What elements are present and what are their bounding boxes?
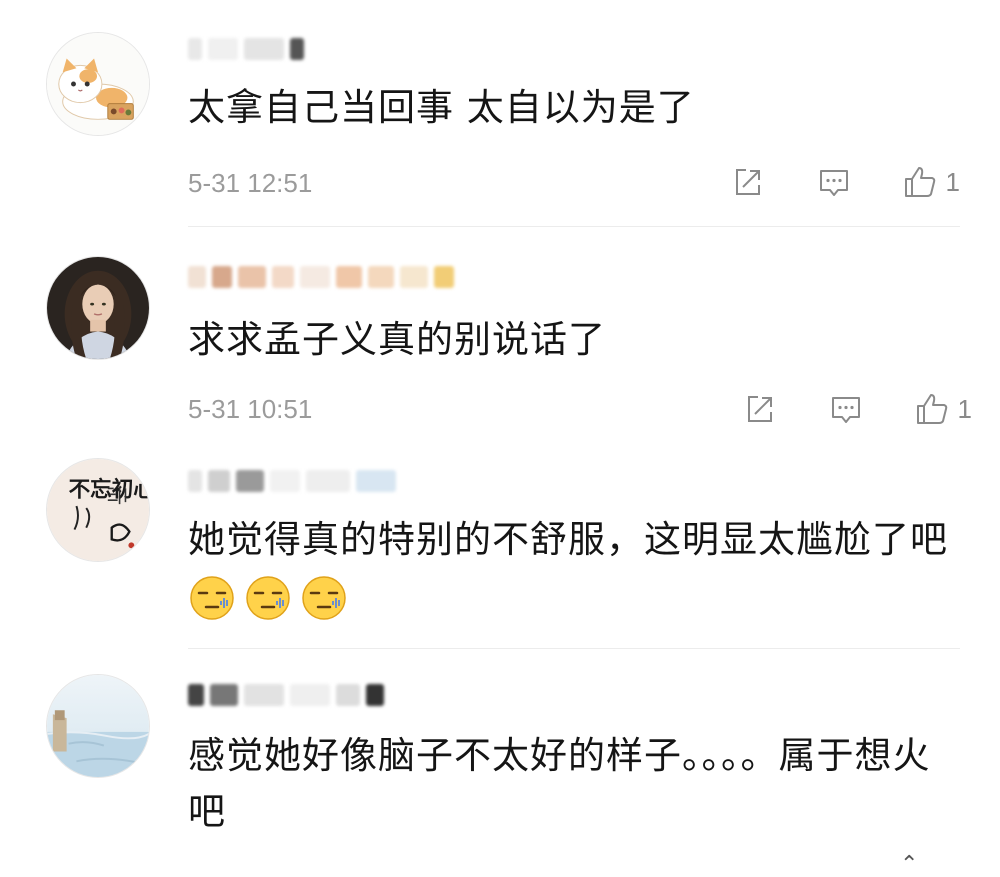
like-button[interactable]: 1: [902, 164, 960, 200]
comment-text: 太拿自己当回事 太自以为是了: [188, 86, 695, 129]
awkward-face-icon: [302, 576, 346, 620]
comment-text: 求求孟子义真的别说话了: [188, 318, 606, 361]
comment-actions: 1: [730, 164, 960, 200]
reply-button[interactable]: [816, 164, 852, 200]
comment-icon: [819, 170, 848, 196]
svg-text:不忘初心: 不忘初心: [69, 476, 149, 502]
awkward-face-icon: [190, 576, 234, 620]
share-icon: [735, 169, 760, 195]
username-obscured[interactable]: [188, 34, 304, 64]
avatar[interactable]: [46, 32, 150, 136]
share-button[interactable]: [742, 391, 778, 427]
like-count: 1: [957, 393, 972, 424]
avatar[interactable]: [46, 256, 150, 360]
comment-text: 感觉她好像脑子不太好的样子。。。。属于想火吧: [188, 734, 931, 833]
comment-text: 她觉得真的特别的不舒服，这明显太尴尬了吧: [188, 518, 948, 561]
username-obscured[interactable]: [188, 680, 384, 710]
comment-timestamp: 5-31 10:51: [188, 394, 313, 424]
awkward-face-icon: [246, 576, 290, 620]
reply-button[interactable]: [828, 391, 864, 427]
like-count: 1: [945, 166, 960, 197]
comment-timestamp: 5-31 12:51: [188, 168, 313, 198]
girl-photo-avatar-image: [47, 257, 149, 359]
divider: [188, 648, 960, 649]
calligraphy-avatar-image: 不忘初心: [47, 459, 149, 561]
comment-icon: [831, 397, 860, 423]
avatar[interactable]: 不忘初心: [46, 458, 150, 562]
comment-actions: 1: [742, 391, 972, 427]
share-button[interactable]: [730, 164, 766, 200]
avatar[interactable]: [46, 674, 150, 778]
thumbs-up-icon: [916, 394, 947, 424]
thumbs-up-icon: [904, 167, 935, 197]
cat-avatar-image: [47, 33, 149, 135]
username-obscured[interactable]: [188, 466, 396, 496]
seaside-painting-avatar-image: [47, 675, 149, 777]
like-button[interactable]: 1: [914, 391, 972, 427]
share-icon: [747, 396, 772, 422]
collapse-caret-icon[interactable]: ⌃: [900, 852, 918, 877]
divider: [188, 226, 960, 227]
username-obscured[interactable]: [188, 262, 454, 292]
emoji-row: [188, 574, 348, 622]
